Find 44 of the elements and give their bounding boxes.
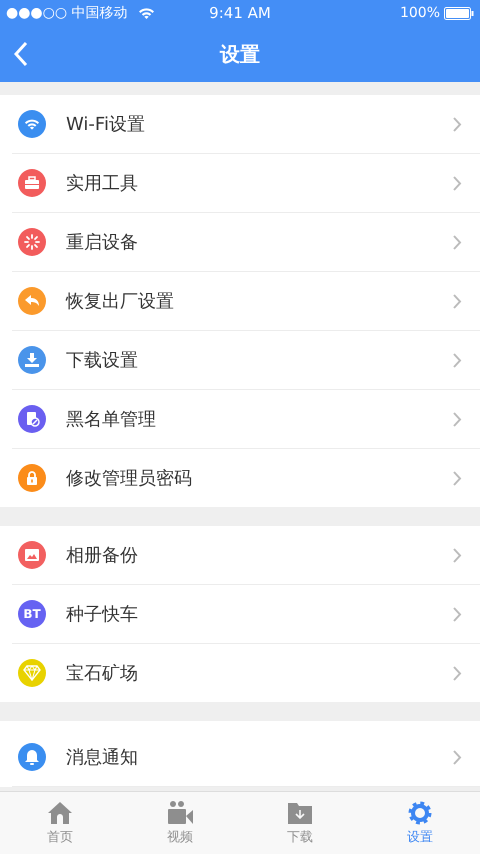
- row-label: 恢复出厂设置: [66, 290, 175, 313]
- chevron-icon: [453, 176, 462, 190]
- video-icon: [166, 800, 194, 826]
- gear-icon: [406, 800, 434, 826]
- back-icon[interactable]: [14, 41, 28, 67]
- bt-text: BT: [23, 607, 41, 621]
- row-label: 重启设备: [66, 231, 139, 254]
- settings-row[interactable]: BT 种子快车: [12, 585, 480, 644]
- row-label: 消息通知: [66, 746, 139, 769]
- chevron-icon: [453, 470, 462, 486]
- folder-icon: [286, 800, 314, 826]
- chevron-icon: [453, 606, 462, 622]
- row-label: 实用工具: [66, 172, 139, 195]
- row-label: Wi-Fi设置: [66, 113, 146, 136]
- status-time: 9:41 AM: [209, 4, 271, 22]
- row-label: 种子快车: [66, 603, 139, 626]
- row-label: 修改管理员密码: [66, 467, 193, 490]
- chevron-icon: [453, 234, 462, 250]
- row-label: 下载设置: [66, 349, 139, 372]
- home-icon: [46, 800, 74, 826]
- settings-row[interactable]: Wi-Fi设置: [12, 95, 480, 154]
- row-label: 相册备份: [66, 544, 139, 567]
- row-label: 宝石矿场: [66, 662, 139, 685]
- settings-row[interactable]: 下载设置: [12, 331, 480, 390]
- chevron-icon: [453, 116, 462, 132]
- wifi-signal-icon: [138, 7, 155, 19]
- battery-icon: [444, 6, 474, 20]
- carrier-text: ●●●○○ 中国移动: [6, 4, 128, 22]
- settings-row[interactable]: 黑名单管理: [12, 390, 480, 449]
- settings-row[interactable]: 重启设备: [12, 213, 480, 272]
- chevron-icon: [453, 666, 462, 680]
- settings-row[interactable]: 相册备份: [12, 526, 480, 585]
- chevron-icon: [453, 750, 462, 764]
- settings-row[interactable]: 修改管理员密码: [12, 449, 480, 507]
- battery-text: 100%: [400, 5, 440, 21]
- row-label: 黑名单管理: [66, 408, 157, 431]
- chevron-icon: [453, 548, 462, 562]
- settings-row[interactable]: 实用工具: [12, 154, 480, 213]
- chevron-icon: [453, 294, 462, 308]
- chevron-icon: [453, 412, 462, 426]
- chevron-icon: [453, 352, 462, 368]
- settings-row[interactable]: 恢复出厂设置: [12, 272, 480, 331]
- settings-row[interactable]: 宝石矿场: [12, 644, 480, 702]
- page-title: 设置: [220, 40, 260, 68]
